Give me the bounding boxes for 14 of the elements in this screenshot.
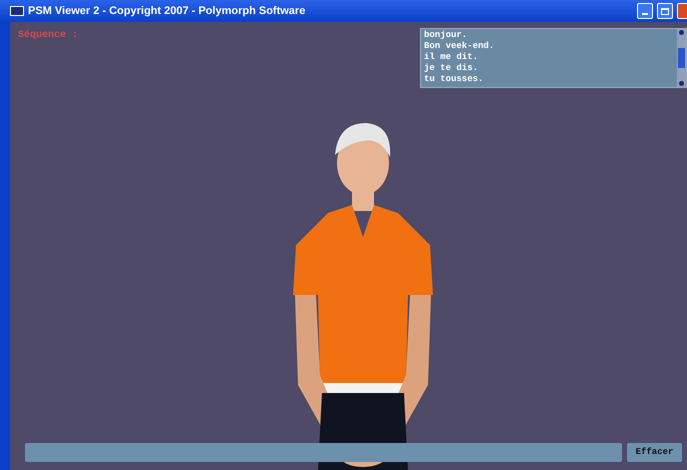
phrase-item[interactable]: je te dis.: [424, 63, 677, 74]
phrase-item[interactable]: il me dit.: [424, 52, 677, 63]
text-input-field[interactable]: [25, 443, 622, 462]
app-icon: [10, 6, 24, 16]
sequence-label: Séquence :: [18, 28, 78, 43]
phrase-item[interactable]: Bon veek-end.: [424, 41, 677, 52]
phrase-item[interactable]: tu tousses.: [424, 74, 677, 85]
maximize-button[interactable]: [657, 3, 673, 19]
close-button[interactable]: [677, 3, 687, 19]
window-title: PSM Viewer 2 - Copyright 2007 - Polymorph Software: [28, 4, 306, 19]
clear-button[interactable]: Effacer: [627, 443, 682, 462]
scrollbar[interactable]: [677, 29, 686, 87]
minimize-button[interactable]: [637, 3, 653, 19]
phrase-item[interactable]: bonjour.: [424, 30, 677, 41]
